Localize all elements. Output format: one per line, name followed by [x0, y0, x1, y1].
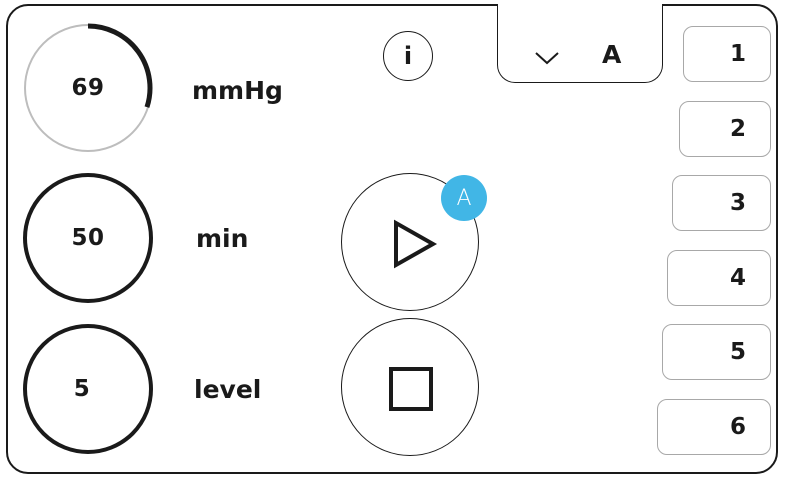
preset-label: 2	[729, 116, 746, 142]
time-unit-label: min	[196, 224, 249, 253]
start-mode-badge: A	[441, 175, 487, 221]
preset-button-3[interactable]: 3	[672, 175, 771, 231]
pressure-dial[interactable]: 69	[23, 23, 153, 153]
preset-button-4[interactable]: 4	[667, 250, 771, 306]
preset-button-1[interactable]: 1	[683, 26, 771, 82]
chevron-down-icon	[535, 52, 559, 65]
intensity-value: 5	[73, 376, 91, 402]
preset-button-5[interactable]: 5	[662, 324, 771, 380]
preset-label: 1	[729, 41, 746, 67]
mode-selector-label: A	[602, 40, 622, 69]
pressure-value: 69	[71, 75, 105, 101]
preset-button-6[interactable]: 6	[657, 399, 771, 455]
info-button-label: i	[403, 42, 413, 70]
intensity-dial[interactable]: 5	[23, 324, 153, 454]
preset-label: 4	[729, 265, 746, 291]
time-value: 50	[71, 225, 105, 251]
preset-label: 3	[729, 190, 746, 216]
stop-icon	[389, 367, 433, 411]
mode-selector[interactable]: A	[497, 4, 663, 83]
pressure-unit-label: mmHg	[192, 76, 283, 105]
preset-label: 5	[729, 339, 746, 365]
intensity-unit-label: level	[194, 375, 262, 404]
start-mode-badge-label: A	[456, 185, 472, 211]
preset-button-2[interactable]: 2	[679, 101, 771, 157]
stop-button[interactable]	[341, 318, 479, 456]
time-dial[interactable]: 50	[23, 173, 153, 303]
info-button[interactable]: i	[383, 31, 433, 81]
preset-label: 6	[729, 414, 746, 440]
